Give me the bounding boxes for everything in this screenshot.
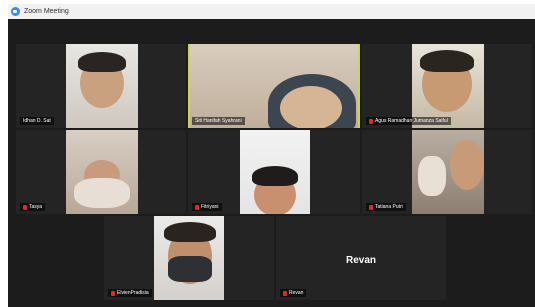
muted-mic-icon	[369, 118, 373, 124]
participant-video	[240, 130, 310, 214]
window-title: Zoom Meeting	[24, 8, 69, 15]
muted-mic-icon	[111, 290, 115, 296]
participant-tile[interactable]: Agus Ramadhan Jumanza Saiful	[362, 44, 532, 128]
participant-tile[interactable]: Tatiana Putri	[362, 130, 532, 214]
participant-video	[412, 44, 484, 128]
zoom-window: Zoom Meeting Idhan D. Sat Siti Hanifah S…	[8, 4, 535, 307]
participant-name-bar: Tasya	[20, 203, 46, 211]
participant-name-bar: Siti Hanifah Syahrani	[192, 117, 245, 125]
participant-name-bar: Tatiana Putri	[366, 203, 406, 211]
participant-video	[190, 44, 358, 128]
participant-name-bar: Agus Ramadhan Jumanza Saiful	[366, 117, 451, 125]
participant-video	[412, 130, 484, 214]
participant-video	[154, 216, 224, 300]
participant-tile[interactable]: Fitriyani	[188, 130, 360, 214]
participant-name-bar: Revan	[280, 289, 307, 297]
participant-name: Fitriyani	[201, 204, 219, 210]
zoom-logo-icon	[11, 7, 20, 16]
participant-name: Agus Ramadhan Jumanza Saiful	[375, 118, 448, 124]
participant-tile[interactable]: Idhan D. Sat	[16, 44, 186, 128]
participant-tile[interactable]: Tasya	[16, 130, 186, 214]
participant-display-name: Revan	[345, 254, 376, 266]
muted-mic-icon	[283, 290, 287, 296]
participant-name: Idhan D. Sat	[23, 118, 51, 124]
participant-video	[66, 130, 138, 214]
participant-name-bar: Idhan D. Sat	[20, 117, 54, 125]
participant-name: Tasya	[29, 204, 43, 210]
participant-name: Tatiana Putri	[375, 204, 403, 210]
participant-tile-video-off[interactable]: Revan Revan	[276, 216, 446, 300]
muted-mic-icon	[195, 204, 199, 210]
muted-mic-icon	[23, 204, 27, 210]
participant-tile[interactable]: ElvienPradisia	[104, 216, 274, 300]
participant-name: Siti Hanifah Syahrani	[195, 118, 242, 124]
muted-mic-icon	[369, 204, 373, 210]
participant-name-bar: Fitriyani	[192, 203, 222, 211]
participant-name-bar: ElvienPradisia	[108, 289, 152, 297]
title-bar: Zoom Meeting	[8, 4, 535, 19]
participant-name: ElvienPradisia	[117, 290, 149, 296]
participant-name: Revan	[289, 290, 304, 296]
gallery-view: Idhan D. Sat Siti Hanifah Syahrani Agus …	[8, 19, 535, 307]
participant-video	[66, 44, 138, 128]
participant-tile-active-speaker[interactable]: Siti Hanifah Syahrani	[188, 44, 360, 128]
